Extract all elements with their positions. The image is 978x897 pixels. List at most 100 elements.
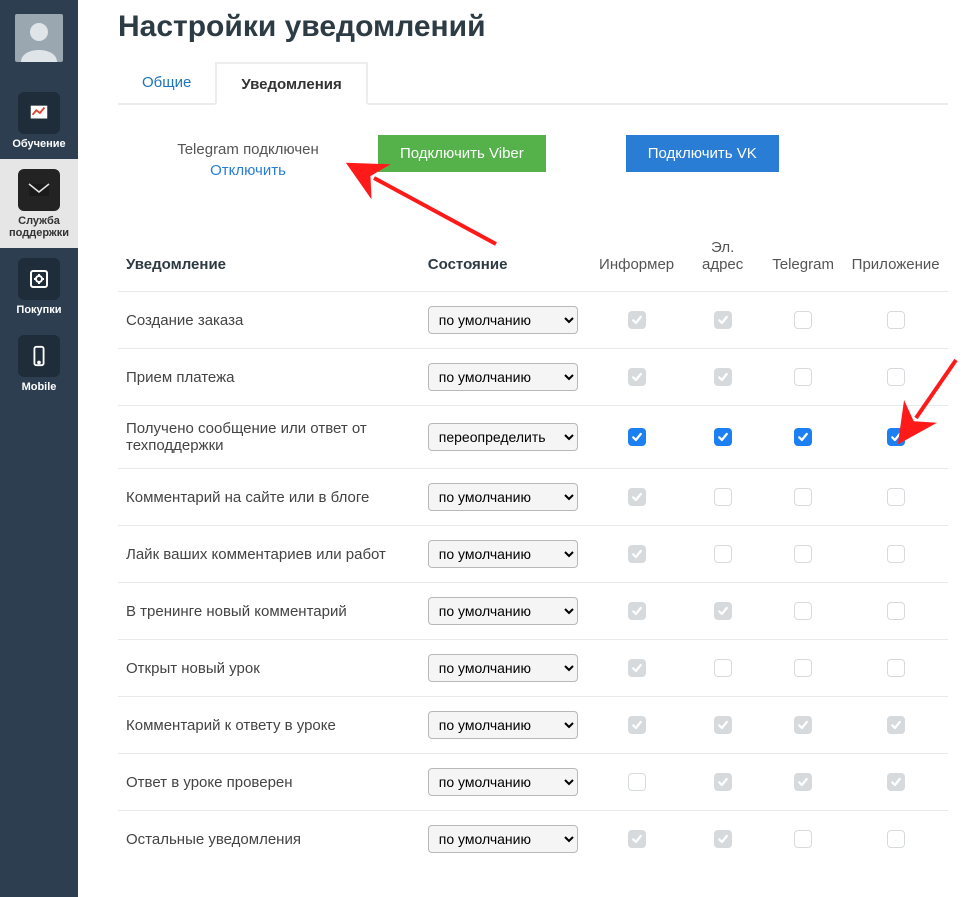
state-select[interactable]: по умолчаниюпереопределить [428,825,578,853]
state-select[interactable]: по умолчаниюпереопределить [428,483,578,511]
checkbox [887,368,905,386]
row-name: В тренинге новый комментарий [118,583,420,640]
table-row: Создание заказа по умолчаниюпереопределит… [118,292,948,349]
telegram-disconnect-link[interactable]: Отключить [210,162,286,179]
row-name: Ответ в уроке проверен [118,754,420,811]
page-title: Настройки уведомлений [118,10,948,44]
table-row: В тренинге новый комментарий по умолчанию… [118,583,948,640]
checkbox [628,773,646,791]
table-row: Комментарий на сайте или в блоге по умолч… [118,469,948,526]
checkbox [628,659,646,677]
sidebar-item-label: Покупки [14,304,63,317]
row-name: Открыт новый урок [118,640,420,697]
checkbox [628,488,646,506]
checkbox [794,659,812,677]
checkbox [794,602,812,620]
tabs: ОбщиеУведомления [118,60,948,105]
phone-icon [18,335,60,377]
state-select[interactable]: по умолчаниюпереопределить [428,540,578,568]
avatar-icon [15,14,63,62]
sidebar-item-mobile[interactable]: Mobile [0,325,78,402]
chart-icon [18,92,60,134]
checkbox [887,830,905,848]
row-name: Комментарий к ответу в уроке [118,697,420,754]
checkbox [628,545,646,563]
checkbox [714,773,732,791]
th-informer: Информер [591,239,683,292]
sidebar-item-support[interactable]: Служба поддержки [0,159,78,248]
state-select[interactable]: по умолчаниюпереопределить [428,654,578,682]
checkbox[interactable] [887,428,905,446]
state-select[interactable]: по умолчаниюпереопределить [428,597,578,625]
row-name: Комментарий на сайте или в блоге [118,469,420,526]
checkbox [887,602,905,620]
connect-viber-button[interactable]: Подключить Viber [378,135,546,172]
connect-vk-button[interactable]: Подключить VK [626,135,779,172]
sidebar-item-learning[interactable]: Обучение [0,82,78,159]
tab-notifications[interactable]: Уведомления [215,62,367,105]
checkbox [714,716,732,734]
notifications-table: Уведомление Состояние Информер Эл. адрес… [118,239,948,867]
table-row: Получено сообщение или ответ от техподде… [118,406,948,469]
checkbox [628,602,646,620]
checkbox [887,716,905,734]
state-select[interactable]: по умолчаниюпереопределить [428,423,578,451]
table-row: Открыт новый урок по умолчаниюпереопредел… [118,640,948,697]
sidebar-item-purchases[interactable]: Покупки [0,248,78,325]
safe-icon [18,258,60,300]
tab-general[interactable]: Общие [118,62,215,105]
checkbox [794,773,812,791]
checkbox [887,488,905,506]
checkbox [714,602,732,620]
row-name: Лайк ваших комментариев или работ [118,526,420,583]
state-select[interactable]: по умолчаниюпереопределить [428,768,578,796]
row-name: Создание заказа [118,292,420,349]
th-telegram: Telegram [763,239,843,292]
table-row: Лайк ваших комментариев или работ по умол… [118,526,948,583]
th-state: Состояние [420,239,591,292]
row-name: Остальные уведомления [118,811,420,868]
th-app: Приложение [843,239,948,292]
checkbox [794,488,812,506]
state-select[interactable]: по умолчаниюпереопределить [428,711,578,739]
checkbox [794,368,812,386]
checkbox [628,368,646,386]
table-row: Прием платежа по умолчаниюпереопределить [118,349,948,406]
checkbox [714,659,732,677]
checkbox [794,716,812,734]
checkbox [628,716,646,734]
checkbox [714,311,732,329]
sidebar-item-label: Служба поддержки [0,215,78,240]
checkbox[interactable] [628,428,646,446]
sidebar: Обучение Служба поддержки Покупки Mobile [0,0,78,897]
checkbox [714,488,732,506]
checkbox[interactable] [794,428,812,446]
table-row: Ответ в уроке проверен по умолчаниюпереоп… [118,754,948,811]
checkbox [628,830,646,848]
mail-icon [18,169,60,211]
connect-row: Telegram подключен Отключить Подключить … [118,135,948,179]
row-name: Прием платежа [118,349,420,406]
checkbox[interactable] [714,428,732,446]
th-email: Эл. адрес [682,239,762,292]
sidebar-item-label: Mobile [20,381,59,394]
table-row: Комментарий к ответу в уроке по умолчанию… [118,697,948,754]
main-content: Настройки уведомлений ОбщиеУведомления T… [78,0,978,897]
checkbox [628,311,646,329]
telegram-status: Telegram подключен Отключить [118,135,378,179]
checkbox [714,545,732,563]
row-name: Получено сообщение или ответ от техподде… [118,406,420,469]
checkbox [714,368,732,386]
checkbox [794,545,812,563]
checkbox [887,311,905,329]
checkbox [887,659,905,677]
sidebar-avatar[interactable] [0,8,78,82]
telegram-status-text: Telegram подключен [118,141,378,158]
th-name: Уведомление [118,239,420,292]
state-select[interactable]: по умолчаниюпереопределить [428,306,578,334]
checkbox [794,311,812,329]
sidebar-item-label: Обучение [10,138,67,151]
checkbox [794,830,812,848]
checkbox [887,773,905,791]
state-select[interactable]: по умолчаниюпереопределить [428,363,578,391]
